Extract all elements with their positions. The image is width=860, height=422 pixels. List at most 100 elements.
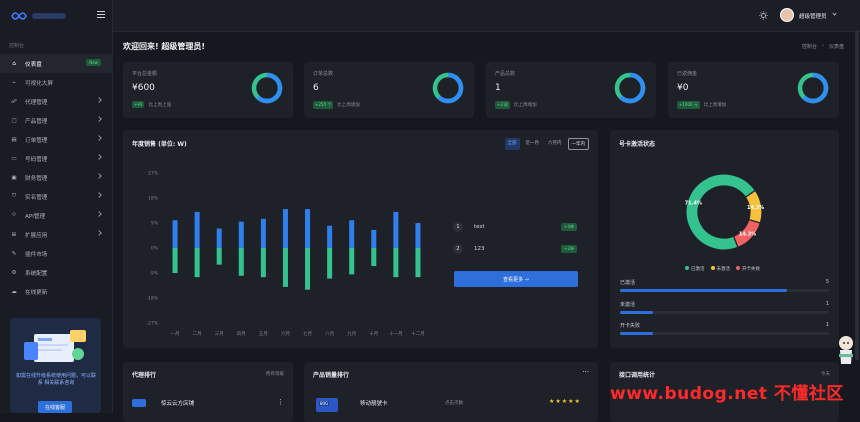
activation-value: 1 [825, 322, 829, 328]
slice-label: 71.4% [685, 201, 702, 207]
agent-avatar [132, 399, 146, 407]
stat-ring-chart [251, 72, 283, 104]
sidebar-item[interactable]: ▢ 产品管理 [0, 111, 113, 130]
sidebar-item[interactable]: ⟐ API管理 [0, 206, 113, 225]
filter-all[interactable]: 全部 [504, 138, 520, 150]
activation-donut-chart: 71.4% 14.3% 14.3% [685, 173, 764, 251]
new-badge: New [86, 59, 101, 66]
breadcrumb-separator: › [821, 43, 824, 49]
scrollbar[interactable] [855, 30, 859, 360]
stat-value: ¥600 [132, 83, 155, 93]
sidebar-item[interactable]: ⛉ 实名管理 [0, 187, 113, 206]
promo-illustration [24, 330, 86, 362]
apps-icon: ⊞ [11, 231, 17, 238]
y-tick-label: 0% [151, 246, 159, 252]
bar-positive [349, 220, 355, 248]
bar-positive [305, 209, 311, 248]
x-tick-label: 一月 [171, 331, 180, 337]
rating-stars-icon: ★★★★★ [549, 398, 581, 405]
legend-item[interactable]: 开卡失败 [736, 266, 760, 272]
rank-tag: +2单 [561, 245, 577, 253]
legend-label: 未激活 [716, 267, 731, 272]
sidebar-item[interactable]: ⌁ 可视化大屏 [0, 73, 113, 92]
legend-item[interactable]: 未激活 [710, 266, 731, 272]
sidebar-item[interactable]: ☁ 在线更新 [0, 282, 113, 301]
chevron-right-icon [96, 154, 102, 160]
x-tick-label: 五月 [259, 331, 268, 337]
agent-name: 惊云云方店铺 [161, 401, 195, 407]
more-icon[interactable]: ··· [582, 368, 589, 376]
online-service-button[interactable]: 在线客服 [38, 401, 72, 413]
bar-positive [393, 211, 399, 248]
product-chip: 80G [319, 401, 330, 406]
activation-legend: 已激活 未激活 开卡失败 [685, 266, 760, 272]
product-thumbnail: 80G [316, 398, 338, 412]
bar-negative [282, 248, 288, 287]
logo[interactable] [10, 8, 66, 24]
api-stats-filter[interactable]: 今天 [821, 371, 830, 377]
chevron-right-icon [96, 230, 102, 236]
bar-positive [371, 229, 377, 248]
api-stats-title: 接口调用统计 [619, 372, 656, 379]
sidebar-item[interactable]: ⚙ 系统配置 [0, 263, 113, 282]
y-tick-label: -9% [149, 271, 158, 277]
legend-item[interactable]: 已激活 [685, 266, 705, 272]
menu-toggle-icon[interactable] [97, 11, 105, 18]
sales-panel: 年度销售 (单位: W) 全部 近一月 六月内 一年内 27% 18% 9% 0% -9… [123, 130, 598, 348]
bar-negative [327, 248, 333, 279]
stat-label: 平台总金额 [132, 71, 158, 77]
activation-label: 开卡失败 [620, 323, 641, 329]
logo-icon [11, 12, 27, 20]
api-icon: ⟐ [11, 212, 17, 218]
breadcrumb-item[interactable]: 控制台 [802, 43, 817, 50]
stat-ring-chart [614, 72, 646, 104]
sidebar-item-label: 扩展应用 [25, 232, 48, 239]
sidebar-item[interactable]: ✎ 插件市场 [0, 244, 113, 263]
username[interactable]: 超级管理员 [799, 12, 827, 20]
stat-value: 6 [313, 83, 319, 93]
stat-label: 产品总数 [495, 71, 516, 77]
order-icon: ▤ [11, 136, 17, 143]
agent-rank-filter[interactable]: 所有等级 [266, 371, 284, 377]
sidebar-item[interactable]: ▭ 号码管理 [0, 149, 113, 168]
home-icon: ⌂ [12, 60, 16, 67]
avatar[interactable] [780, 8, 794, 22]
sidebar-item[interactable]: ⌂ 仪表盘 New [0, 54, 113, 73]
theme-toggle-icon[interactable] [759, 11, 768, 20]
bar-positive [172, 220, 178, 248]
filter-month[interactable]: 近一月 [523, 138, 543, 150]
view-more-button[interactable]: 查看更多 → [454, 271, 578, 287]
slice-label: 14.3% [739, 232, 756, 238]
chevron-down-icon[interactable] [832, 11, 837, 16]
bar-negative [349, 248, 355, 275]
stat-delta: +250 个比上周增加 [313, 101, 360, 109]
ranking-row[interactable]: 1 test +4单 [453, 222, 577, 232]
more-icon[interactable]: ⋮ [277, 399, 284, 406]
settings-icon: ⚙ [11, 269, 17, 276]
sidebar-item[interactable]: ▤ 订单管理 [0, 130, 113, 149]
x-tick-label: 二月 [193, 331, 202, 337]
filter-half-year[interactable]: 六月内 [545, 138, 565, 150]
slice-label: 14.3% [747, 205, 764, 211]
y-tick-label: 18% [148, 196, 159, 202]
activation-value: 1 [825, 301, 829, 307]
sidebar-item[interactable]: ☍ 代理管理 [0, 92, 113, 111]
bar-negative [393, 248, 399, 278]
stat-ring-chart [797, 72, 829, 104]
sidebar-nav: ⌂ 仪表盘 New ⌁ 可视化大屏 ☍ 代理管理 ▢ 产品管理 ▤ 订单管理 ▭ 号码管理 ▣ 财务管理 ⛉ 实… [0, 54, 113, 301]
bar-positive [327, 225, 333, 248]
sidebar-item-label: API管理 [25, 213, 46, 220]
sidebar: 控制台 ⌂ 仪表盘 New ⌁ 可视化大屏 ☍ 代理管理 ▢ 产品管理 ▤ 订单管理 ▭ 号码管理 ▣ 财务… [0, 0, 113, 413]
rank-number: 1 [453, 222, 463, 232]
delta-text: 比上周增加 [514, 103, 537, 108]
sidebar-item-label: 代理管理 [25, 99, 48, 106]
delta-text: 比上周增加 [703, 103, 727, 108]
filter-year[interactable]: 一年内 [567, 138, 589, 150]
rank-name: 123 [474, 246, 485, 252]
delta-text: 比上周上涨 [148, 102, 171, 108]
sidebar-item-label: 订单管理 [25, 137, 48, 144]
sidebar-item[interactable]: ⊞ 扩展应用 [0, 225, 113, 244]
sidebar-item[interactable]: ▣ 财务管理 [0, 168, 113, 187]
activation-value: 5 [825, 279, 829, 285]
ranking-row[interactable]: 2 123 +2单 [453, 244, 577, 254]
